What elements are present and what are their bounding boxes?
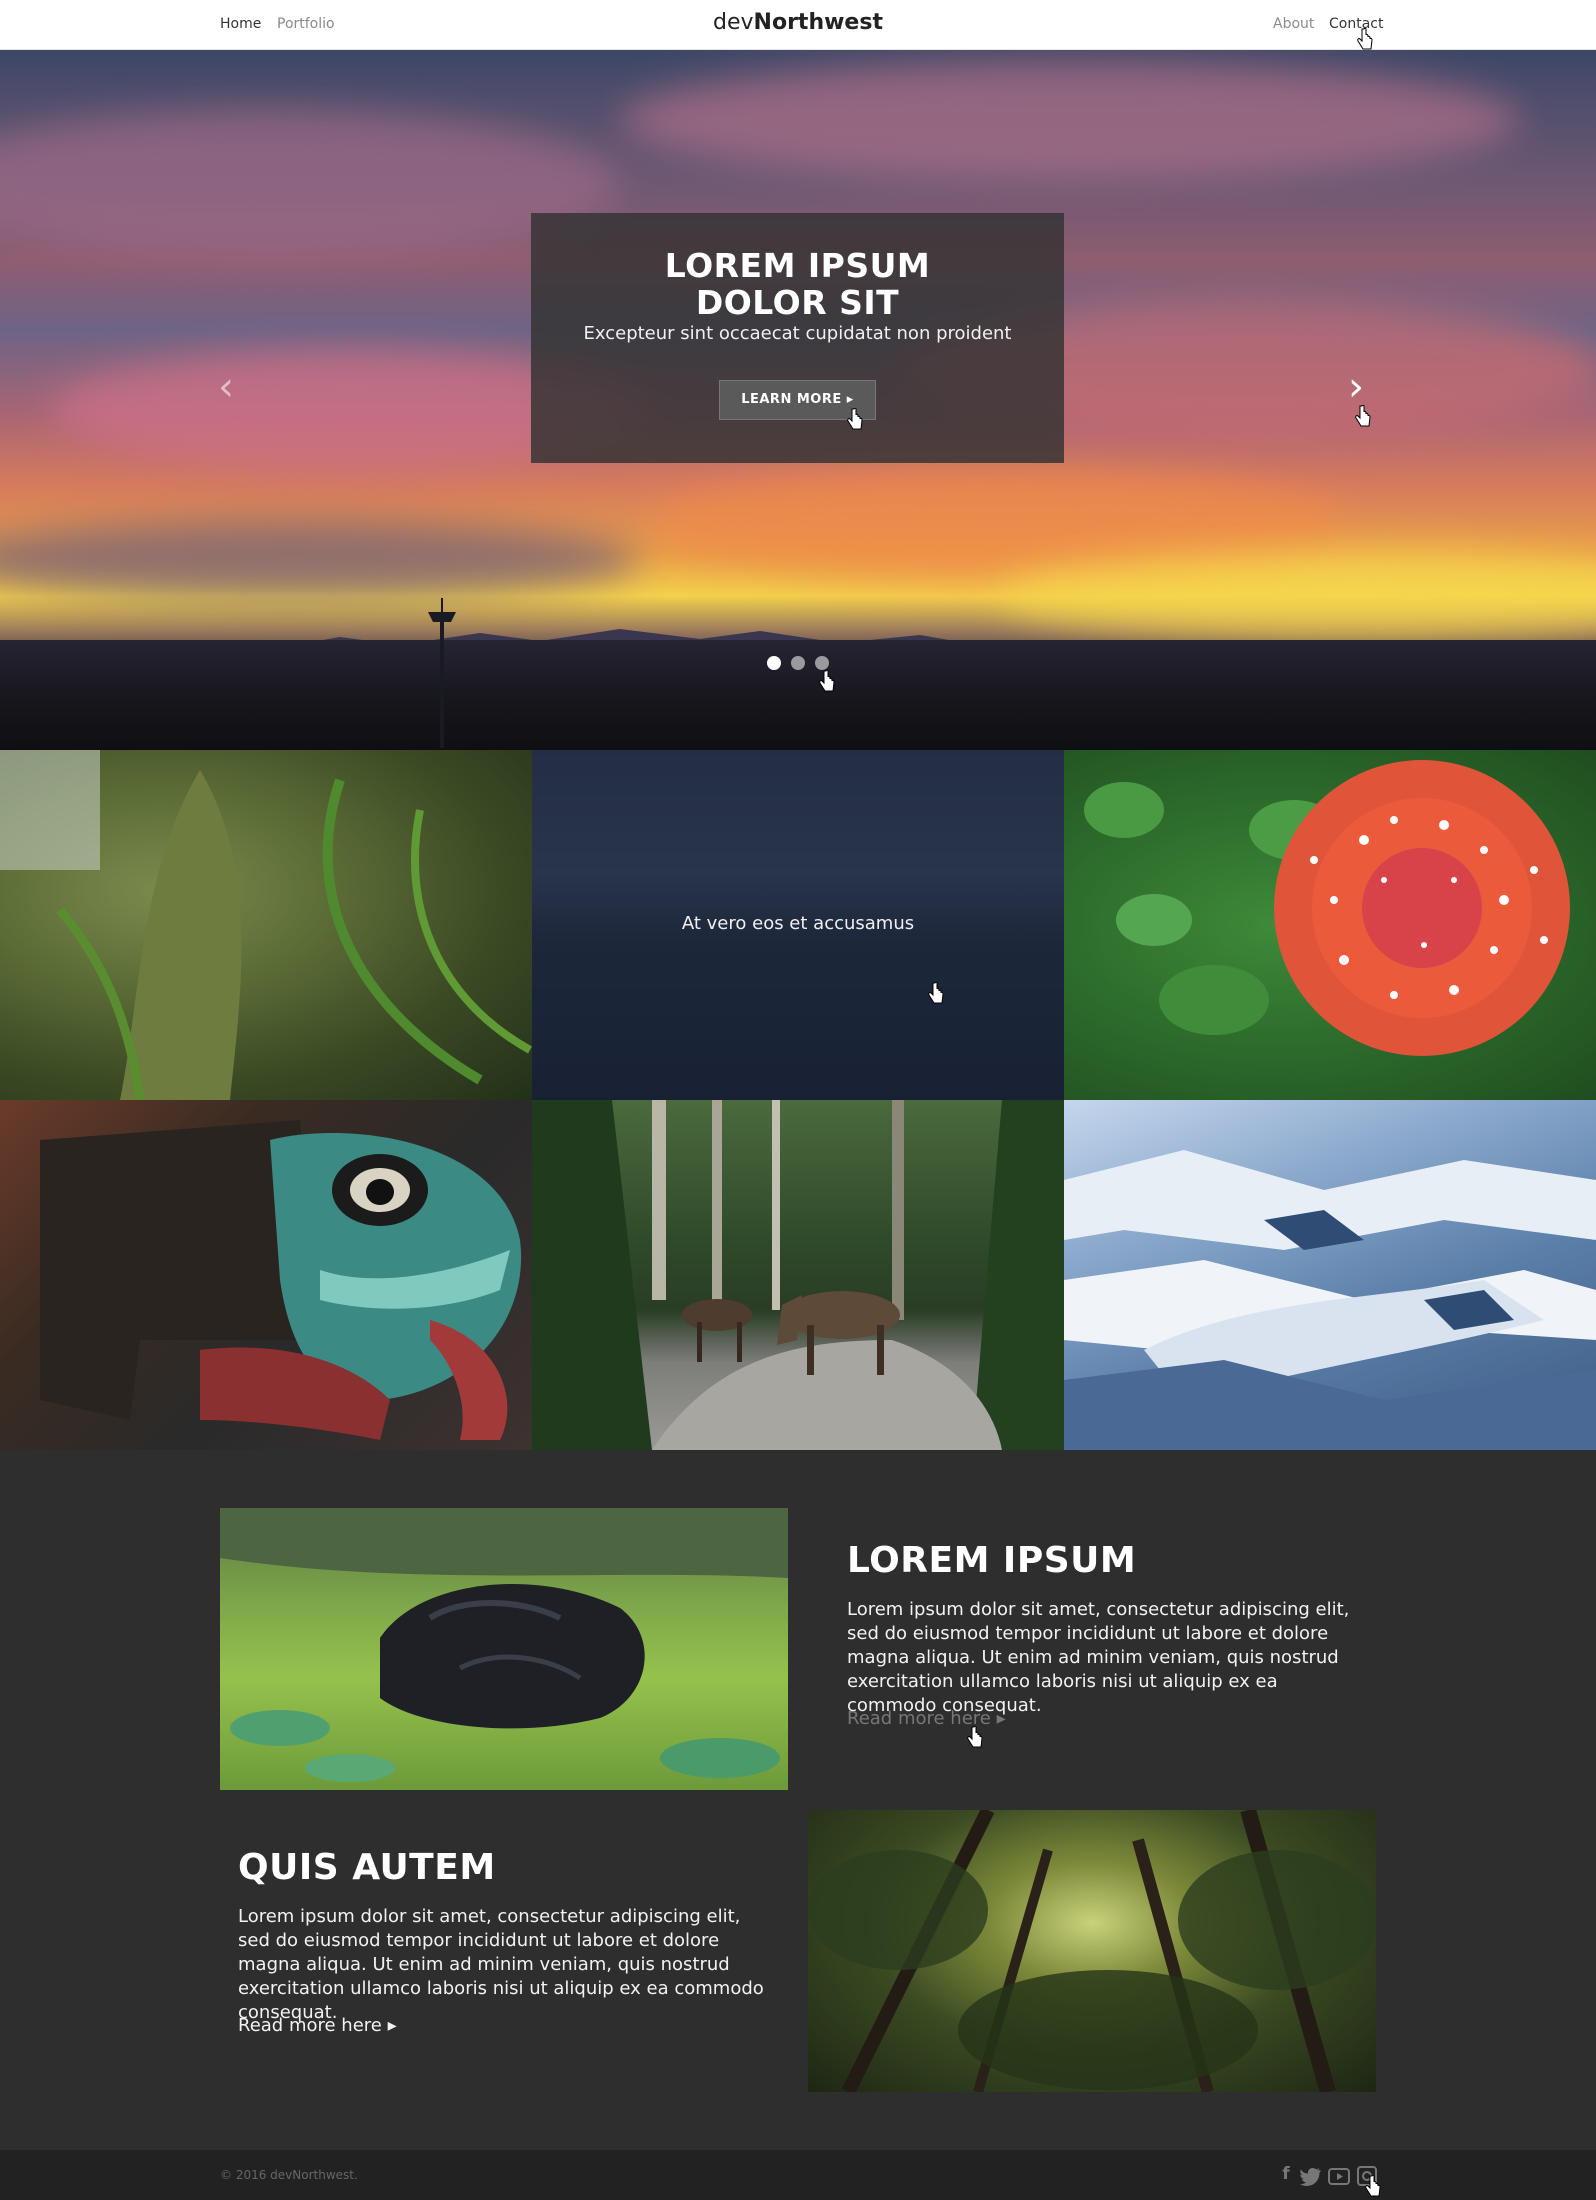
feature-title-1: LOREM IPSUM — [847, 1540, 1137, 1581]
prev-slide-arrow[interactable]: ‹ — [218, 364, 234, 410]
site-header: Home Portfolio devNorthwest About Contac… — [0, 0, 1596, 50]
hand-cursor-icon — [1355, 405, 1371, 427]
hand-cursor-icon — [967, 1726, 983, 1748]
facebook-icon[interactable]: f — [1275, 2164, 1297, 2186]
hand-cursor-icon — [1357, 28, 1373, 50]
space-needle-icon — [428, 598, 456, 748]
moose-shapes — [532, 1100, 1064, 1450]
feature-mushroom-photo — [220, 1508, 788, 1790]
moss-fern-photo[interactable] — [0, 750, 532, 1100]
hero-title: LOREM IPSUM DOLOR SIT — [531, 247, 1064, 321]
hand-cursor-icon — [928, 982, 944, 1004]
youtube-icon[interactable] — [1328, 2166, 1350, 2188]
hero-slider: LOREM IPSUM DOLOR SIT Excepteur sint occ… — [0, 50, 1596, 750]
hand-cursor-icon — [1365, 2175, 1381, 2197]
slide-dot-2[interactable] — [791, 656, 805, 670]
hero-caption: LOREM IPSUM DOLOR SIT Excepteur sint occ… — [531, 213, 1064, 463]
hero-title-line1: LOREM IPSUM — [664, 246, 931, 285]
logo-light-text: dev — [713, 10, 754, 35]
mushroom-shapes — [1084, 760, 1570, 1056]
totem-photo[interactable] — [0, 1100, 532, 1450]
totem-shapes — [40, 1120, 522, 1440]
slide-dot-1[interactable] — [767, 656, 781, 670]
feature-text-1: Lorem ipsum dolor sit amet, consectetur … — [847, 1599, 1350, 1716]
next-slide-arrow[interactable]: › — [1348, 364, 1364, 410]
hand-cursor-icon — [819, 670, 835, 692]
twitter-icon[interactable] — [1300, 2165, 1322, 2187]
slide-dot-3[interactable] — [815, 656, 829, 670]
hero-title-line2: DOLOR SIT — [695, 283, 900, 322]
mushroom-photo[interactable] — [1064, 750, 1596, 1100]
read-more-link-2[interactable]: Read more here ▸ — [238, 2015, 397, 2036]
glacier-shapes — [1064, 1150, 1596, 1450]
cloud-shape — [620, 60, 1520, 180]
hero-subtitle: Excepteur sint occaecat cupidatat non pr… — [583, 323, 1012, 344]
tree-canopy-shapes — [808, 1810, 1376, 2092]
logo-bold-text: Northwest — [753, 10, 883, 35]
feature-text-2: Lorem ipsum dolor sit amet, consectetur … — [238, 1906, 764, 2023]
hand-cursor-icon — [847, 408, 863, 430]
moss-mushroom-shapes — [220, 1508, 788, 1782]
feature-title-2: QUIS AUTEM — [238, 1847, 496, 1888]
moose-road-photo[interactable] — [532, 1100, 1064, 1450]
copyright-text: © 2016 devNorthwest. — [220, 2168, 358, 2182]
glacier-photo[interactable] — [1064, 1100, 1596, 1450]
feature-forest-photo — [808, 1810, 1376, 2092]
nav-about-link[interactable]: About — [1273, 16, 1314, 32]
cloud-shape — [0, 110, 620, 260]
cloud-shape — [0, 520, 640, 600]
tile-overlay-text: At vero eos et accusamus — [681, 913, 915, 934]
ocean-dusk-photo[interactable]: At vero eos et accusamus — [532, 750, 1064, 1100]
site-footer: © 2016 devNorthwest. f — [0, 2150, 1596, 2200]
fern-shapes — [0, 750, 532, 1100]
